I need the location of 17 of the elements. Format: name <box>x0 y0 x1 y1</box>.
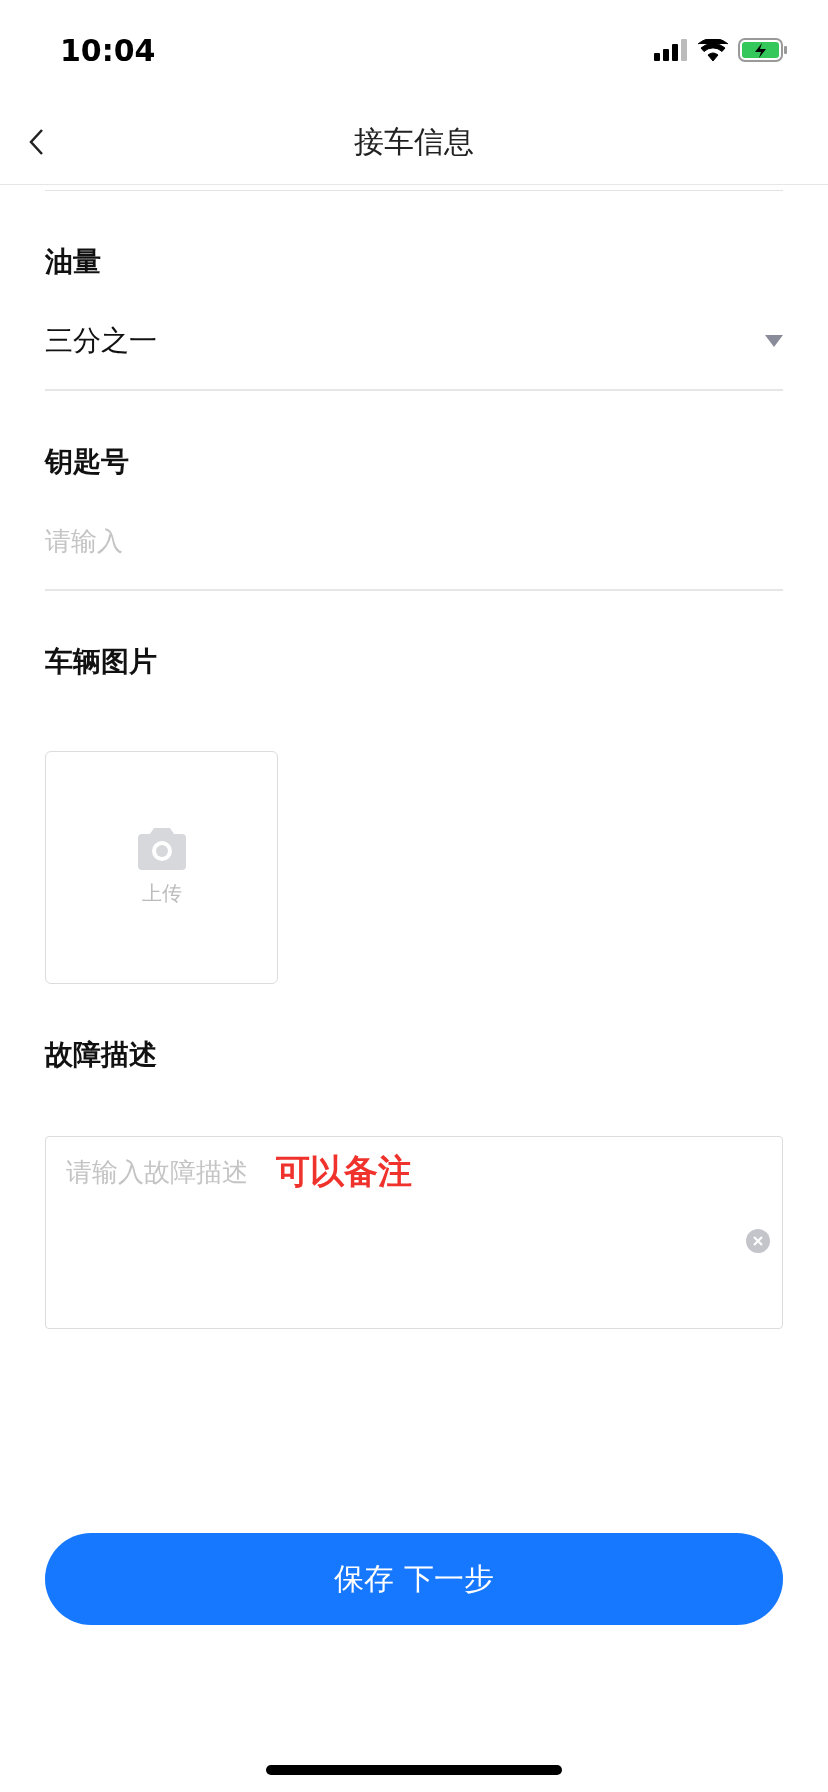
select-field[interactable]: 三分之一 <box>45 293 783 391</box>
field-label: 车辆图片 <box>45 644 158 680</box>
textarea-field[interactable]: 请输入故障描述 可以备注 <box>45 1136 783 1329</box>
field-label: 油量 <box>45 244 102 280</box>
dropdown-icon <box>765 335 783 347</box>
field-label: 钥匙号 <box>45 444 130 480</box>
annotation-text: 可以备注 <box>276 1150 412 1193</box>
signal-icon <box>654 39 688 61</box>
save-next-button[interactable]: 保存 下一步 <box>45 1533 783 1625</box>
wifi-icon <box>698 39 728 61</box>
status-time: 10:04 <box>60 32 156 68</box>
placeholder-text: 请输入故障描述 <box>66 1156 248 1189</box>
field-label: 故障描述 <box>45 1037 158 1073</box>
back-icon[interactable] <box>28 128 44 156</box>
page-title: 接车信息 <box>354 122 474 161</box>
battery-icon <box>738 38 788 62</box>
camera-icon <box>137 828 186 870</box>
